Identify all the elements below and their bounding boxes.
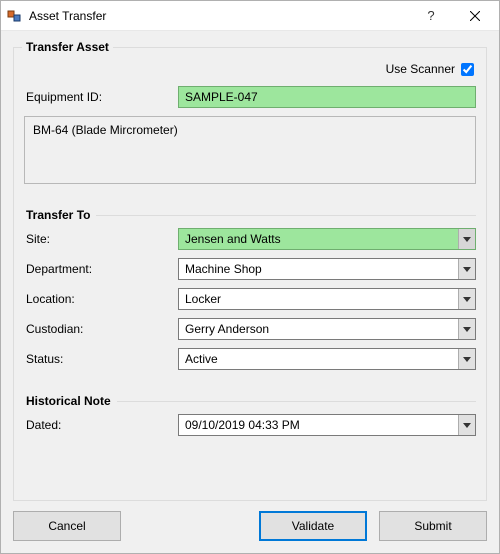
dated-value: 09/10/2019 04:33 PM <box>179 415 458 435</box>
site-combo[interactable]: Jensen and Watts <box>178 228 476 250</box>
location-combo[interactable]: Locker <box>178 288 476 310</box>
description-text: BM-64 (Blade Mircrometer) <box>33 123 178 137</box>
validate-button[interactable]: Validate <box>259 511 367 541</box>
chevron-down-icon <box>458 289 475 309</box>
button-row: Cancel Validate Submit <box>13 511 487 541</box>
custodian-value: Gerry Anderson <box>179 319 458 339</box>
cancel-button[interactable]: Cancel <box>13 511 121 541</box>
help-button[interactable]: ? <box>409 2 453 30</box>
equipment-id-label: Equipment ID: <box>24 90 178 104</box>
equipment-id-value: SAMPLE-047 <box>185 90 258 104</box>
scanner-checkbox[interactable] <box>461 63 474 76</box>
department-row: Department: Machine Shop <box>24 258 476 280</box>
chevron-down-icon <box>458 259 475 279</box>
submit-button[interactable]: Submit <box>379 511 487 541</box>
historical-heading: Historical Note <box>26 394 476 408</box>
scanner-label: Use Scanner <box>386 62 455 76</box>
chevron-down-icon <box>458 415 475 435</box>
site-label: Site: <box>24 232 178 246</box>
department-label: Department: <box>24 262 178 276</box>
dated-picker[interactable]: 09/10/2019 04:33 PM <box>178 414 476 436</box>
window-title: Asset Transfer <box>29 9 409 23</box>
status-label: Status: <box>24 352 178 366</box>
chevron-down-icon <box>458 319 475 339</box>
equipment-id-row: Equipment ID: SAMPLE-047 <box>24 86 476 108</box>
custodian-label: Custodian: <box>24 322 178 336</box>
custodian-combo[interactable]: Gerry Anderson <box>178 318 476 340</box>
equipment-id-input[interactable]: SAMPLE-047 <box>178 86 476 108</box>
transfer-to-heading: Transfer To <box>26 208 476 222</box>
close-button[interactable] <box>453 2 497 30</box>
dated-row: Dated: 09/10/2019 04:33 PM <box>24 414 476 436</box>
dated-label: Dated: <box>24 418 178 432</box>
titlebar: Asset Transfer ? <box>1 1 499 31</box>
department-value: Machine Shop <box>179 259 458 279</box>
location-row: Location: Locker <box>24 288 476 310</box>
scanner-row: Use Scanner <box>24 62 476 76</box>
status-value: Active <box>179 349 458 369</box>
location-label: Location: <box>24 292 178 306</box>
department-combo[interactable]: Machine Shop <box>178 258 476 280</box>
chevron-down-icon <box>458 349 475 369</box>
transfer-asset-group: Transfer Asset Use Scanner Equipment ID:… <box>13 47 487 501</box>
group-title: Transfer Asset <box>22 40 113 54</box>
site-value: Jensen and Watts <box>179 229 458 249</box>
description-box: BM-64 (Blade Mircrometer) <box>24 116 476 184</box>
client-area: Transfer Asset Use Scanner Equipment ID:… <box>1 31 499 553</box>
site-row: Site: Jensen and Watts <box>24 228 476 250</box>
asset-transfer-window: Asset Transfer ? Transfer Asset Use Scan… <box>0 0 500 554</box>
chevron-down-icon <box>458 229 475 249</box>
location-value: Locker <box>179 289 458 309</box>
custodian-row: Custodian: Gerry Anderson <box>24 318 476 340</box>
status-row: Status: Active <box>24 348 476 370</box>
app-icon <box>7 8 23 24</box>
status-combo[interactable]: Active <box>178 348 476 370</box>
